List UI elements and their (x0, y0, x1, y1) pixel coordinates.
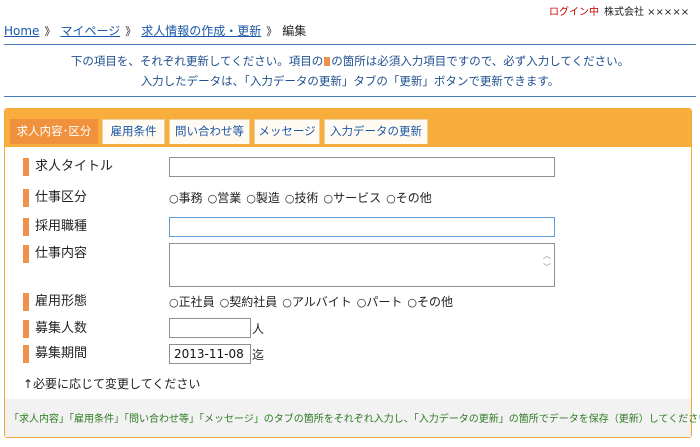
job-title-input[interactable] (169, 157, 555, 177)
radio-circle-icon: ○ (356, 296, 367, 309)
radio-option[interactable]: ○事務 (169, 191, 203, 205)
tab-message[interactable]: メッセージ (254, 119, 320, 144)
radio-option-label: 技術 (294, 191, 319, 205)
form-area: 求人タイトル 仕事区分 ○事務 ○営業 ○製造 ○技術 ○サービス ○その他 採用職種 仕… (5, 147, 691, 399)
breadcrumb: Home 》マイページ》求人情報の作成・更新》編集 (4, 22, 306, 38)
tab-job-content[interactable]: 求人内容･区分 (10, 119, 98, 144)
required-marker-icon (23, 345, 29, 363)
radio-option[interactable]: ○技術 (285, 191, 319, 205)
occupation-label-text: 採用職種 (35, 219, 88, 234)
instruction-notice: 下の項目を、それぞれ更新してください。項目の の箇所は必須入力項目ですので、必ず入… (0, 51, 700, 91)
headcount-label: 募集人数 (23, 320, 87, 338)
radio-option-label: 製造 (255, 191, 280, 205)
breadcrumb-separator: 》 (266, 25, 278, 38)
tab-update-data[interactable]: 入力データの更新 (324, 119, 428, 144)
radio-option-label: アルバイト (291, 295, 352, 309)
radio-circle-icon: ○ (207, 192, 218, 205)
divider-top (4, 44, 696, 45)
period-label-text: 募集期間 (35, 346, 88, 361)
notice-line-1-part-b: の箇所は必須入力項目ですので、必ず入力してください。 (331, 54, 630, 68)
company-name: 株式会社 ××××× (604, 7, 690, 18)
breadcrumb-job-edit-link[interactable]: 求人情報の作成・更新 (141, 24, 261, 38)
tab-bar: 求人内容･区分 雇用条件 問い合わせ等 メッセージ 入力データの更新 (5, 109, 691, 147)
breadcrumb-current: 編集 (282, 24, 307, 38)
radio-option-label: その他 (416, 295, 453, 309)
radio-circle-icon: ○ (169, 296, 179, 309)
employment-type-label: 雇用形態 (23, 293, 87, 311)
radio-option-label: サービス (333, 191, 382, 205)
radio-option-label: パート (366, 295, 403, 309)
period-date-input[interactable]: 2013-11-08 (169, 344, 251, 364)
radio-option[interactable]: ○パート (357, 295, 403, 309)
notice-line-1-part-a: 下の項目を、それぞれ更新してください。項目の (70, 54, 324, 68)
job-description-label: 仕事内容 (23, 245, 87, 263)
tab-inquiries[interactable]: 問い合わせ等 (169, 119, 250, 144)
footer-bar: 「求人内容」「雇用条件」「問い合わせ等」「メッセージ」のタブの箇所をそれぞれ入力… (5, 399, 700, 437)
notice-line-2: 入力したデータは、「入力データの更新」タブの「更新」ボタンで更新できます。 (140, 74, 560, 88)
employment-type-label-text: 雇用形態 (35, 294, 88, 309)
radio-option-label: 契約社員 (229, 295, 278, 309)
job-description-textarea[interactable]: ︿ ﹀ (169, 243, 555, 287)
radio-option-label: 営業 (217, 191, 242, 205)
breadcrumb-mypage-link[interactable]: マイページ (60, 24, 120, 38)
occupation-input[interactable] (169, 217, 555, 237)
divider-bottom (4, 96, 696, 97)
scroll-down-icon[interactable]: ﹀ (542, 262, 552, 274)
job-category-label-text: 仕事区分 (35, 190, 88, 205)
required-marker-icon (23, 158, 29, 176)
breadcrumb-home-link[interactable]: Home (4, 24, 39, 38)
job-form-panel: 求人内容･区分 雇用条件 問い合わせ等 メッセージ 入力データの更新 求人タイト… (4, 108, 700, 438)
login-status: ログイン中 (549, 7, 599, 18)
required-marker-icon (23, 293, 29, 311)
radio-circle-icon: ○ (323, 192, 334, 205)
tab-employment-conditions[interactable]: 雇用条件 (102, 119, 165, 144)
job-category-radio-group: ○事務 ○営業 ○製造 ○技術 ○サービス ○その他 (169, 189, 437, 206)
required-marker-icon (23, 218, 29, 236)
job-title-label: 求人タイトル (23, 158, 113, 176)
radio-circle-icon: ○ (407, 296, 417, 309)
period-label: 募集期間 (23, 345, 87, 363)
required-marker-icon (324, 57, 331, 66)
top-bar: ログイン中 株式会社 ××××× (0, 0, 700, 18)
footer-instructions: 「求人内容」「雇用条件」「問い合わせ等」「メッセージ」のタブの箇所をそれぞれ入力… (9, 414, 700, 425)
radio-option-label: 事務 (178, 191, 203, 205)
radio-option[interactable]: ○サービス (324, 191, 382, 205)
radio-option[interactable]: ○契約社員 (220, 295, 278, 309)
period-unit: 迄 (252, 348, 265, 362)
notice-line-1: 下の項目を、それぞれ更新してください。項目の の箇所は必須入力項目ですので、必ず入… (0, 51, 700, 71)
headcount-input[interactable] (169, 318, 251, 338)
radio-circle-icon: ○ (386, 192, 396, 205)
breadcrumb-separator: 》 (44, 25, 56, 38)
radio-option[interactable]: ○正社員 (169, 295, 215, 309)
breadcrumb-separator: 》 (125, 25, 137, 38)
radio-option[interactable]: ○アルバイト (282, 295, 352, 309)
radio-option[interactable]: ○その他 (407, 295, 453, 309)
headcount-label-text: 募集人数 (35, 321, 88, 336)
job-category-label: 仕事区分 (23, 189, 87, 207)
job-description-label-text: 仕事内容 (35, 246, 88, 261)
required-marker-icon (23, 245, 29, 263)
radio-circle-icon: ○ (219, 296, 230, 309)
required-marker-icon (23, 189, 29, 207)
employment-type-radio-group: ○正社員 ○契約社員 ○アルバイト ○パート ○その他 (169, 293, 458, 310)
headcount-unit: 人 (252, 322, 265, 336)
radio-circle-icon: ○ (169, 192, 179, 205)
radio-circle-icon: ○ (246, 192, 256, 205)
radio-circle-icon: ○ (282, 296, 292, 309)
radio-option[interactable]: ○営業 (208, 191, 242, 205)
date-hint: ↑必要に応じて変更してください (23, 377, 201, 391)
job-title-label-text: 求人タイトル (35, 159, 114, 174)
radio-option[interactable]: ○製造 (246, 191, 280, 205)
radio-option-label: 正社員 (178, 295, 215, 309)
scroll-up-icon[interactable]: ︿ (542, 250, 552, 262)
radio-option-label: その他 (395, 191, 432, 205)
radio-option[interactable]: ○その他 (386, 191, 432, 205)
occupation-label: 採用職種 (23, 218, 87, 236)
textarea-scroll-arrows[interactable]: ︿ ﹀ (542, 250, 552, 274)
required-marker-icon (23, 320, 29, 338)
